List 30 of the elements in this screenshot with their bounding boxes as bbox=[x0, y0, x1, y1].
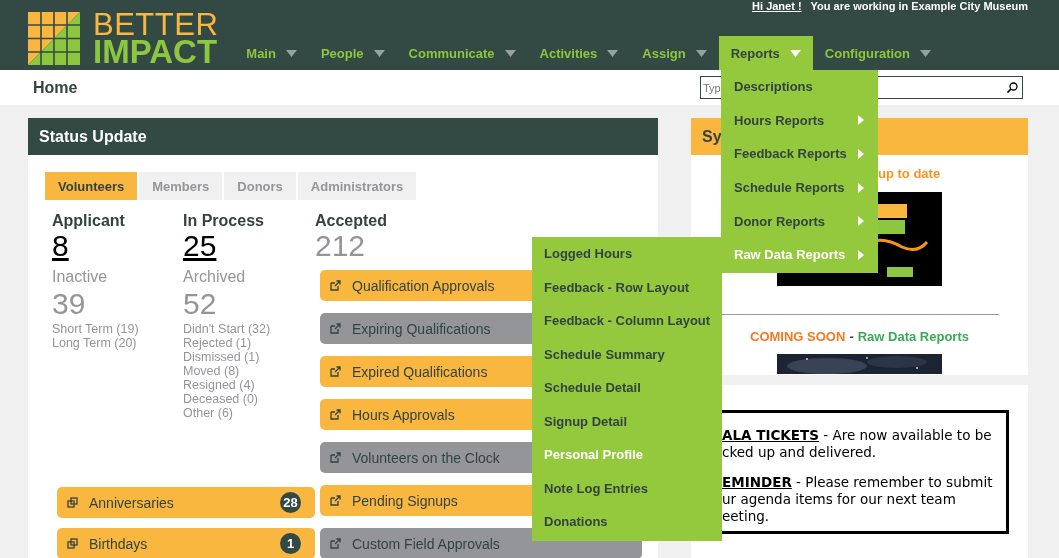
stat-value: 52 bbox=[183, 286, 218, 322]
page-title: Home bbox=[33, 78, 78, 97]
workspace-text: You are working in Example City Museum bbox=[810, 0, 1028, 13]
notice-text: EMINDER - Please remember to submit ur agenda items for our next team eeting. bbox=[721, 474, 994, 525]
coming-soon-text: COMING SOON bbox=[750, 329, 846, 344]
logo-text: IMPACT bbox=[93, 39, 219, 65]
notice-text: ALA TICKETS - Are now available to be cked up and delivered. bbox=[721, 427, 993, 461]
logo-text: BETTER bbox=[93, 12, 219, 38]
stat-label: Archived bbox=[183, 268, 247, 286]
stat-label: In Process bbox=[183, 212, 265, 230]
stat-label: Applicant bbox=[52, 212, 126, 230]
separator-text: - bbox=[849, 329, 854, 344]
stat-label: Inactive bbox=[52, 268, 109, 286]
stat-label: Accepted bbox=[315, 212, 389, 230]
stat-detail: Long Term (20) bbox=[52, 336, 138, 350]
stat-value: 212 bbox=[315, 230, 366, 262]
count-badge: 1 bbox=[280, 533, 301, 554]
stat-detail: Dismissed (1) bbox=[183, 350, 261, 364]
stat-detail: Deceased (0) bbox=[183, 392, 260, 406]
stat-value: 39 bbox=[52, 286, 87, 322]
feature-text: Raw Data Reports bbox=[857, 329, 969, 344]
stat-detail: Resigned (4) bbox=[183, 378, 256, 392]
panel-title: Status Update bbox=[28, 118, 658, 155]
status-text: up to date bbox=[878, 167, 941, 181]
stat-detail: Rejected (1) bbox=[183, 336, 253, 350]
stat-detail: Didn't Start (32) bbox=[183, 322, 272, 336]
count-badge: 28 bbox=[280, 492, 301, 513]
stat-detail: Short Term (19) bbox=[52, 322, 140, 336]
stat-detail: Moved (8) bbox=[183, 364, 241, 378]
stat-detail: Other (6) bbox=[183, 406, 234, 420]
